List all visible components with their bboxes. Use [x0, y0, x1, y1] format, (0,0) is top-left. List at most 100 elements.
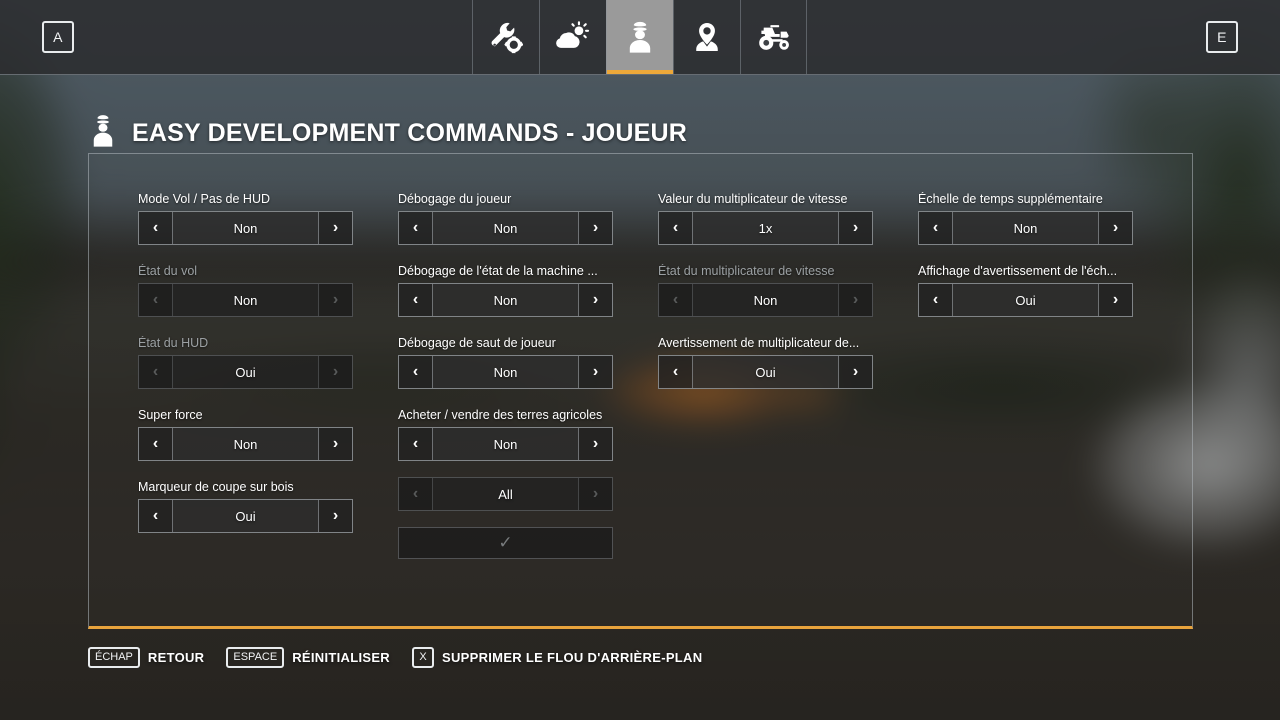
chevron-right-icon[interactable]: › [578, 212, 612, 244]
page-title: EASY DEVELOPMENT COMMANDS - JOUEUR [132, 119, 688, 147]
chevron-left-icon[interactable]: ‹ [659, 212, 693, 244]
confirm-button[interactable]: ✓ [398, 527, 613, 559]
setting-label: État du HUD [138, 336, 209, 350]
chevron-right-icon[interactable]: › [1098, 212, 1132, 244]
tab-general-settings[interactable] [472, 0, 539, 74]
option-value: Oui [953, 284, 1098, 316]
help-item-reset[interactable]: ESPACE RÉINITIALISER [226, 647, 390, 668]
chevron-right-icon[interactable]: › [838, 212, 872, 244]
chevron-right-icon[interactable]: › [1098, 284, 1132, 316]
chevron-left-icon[interactable]: ‹ [399, 428, 433, 460]
option-value: Oui [173, 356, 318, 388]
setting-label: Valeur du multiplicateur de vitesse [658, 192, 848, 206]
setting-label: État du vol [138, 264, 198, 278]
option-value: Non [433, 212, 578, 244]
setting-debogage-saut-joueur: Débogage de saut de joueur ‹ Non › [398, 336, 658, 389]
setting-etat-multiplicateur-vitesse: État du multiplicateur de vitesse ‹ Non … [658, 264, 918, 317]
option-value: 1x [693, 212, 838, 244]
tab-bar [472, 0, 807, 74]
chevron-left-icon[interactable]: ‹ [139, 428, 173, 460]
key-hint-e[interactable]: E [1206, 21, 1238, 53]
help-label: SUPPRIMER LE FLOU D'ARRIÈRE-PLAN [441, 650, 703, 665]
player-icon [88, 112, 118, 155]
setting-debogage-du-joueur: Débogage du joueur ‹ Non › [398, 192, 658, 245]
chevron-left-icon[interactable]: ‹ [399, 212, 433, 244]
option-selector[interactable]: ‹ 1x › [658, 211, 873, 245]
option-value: Non [693, 284, 838, 316]
chevron-right-icon[interactable]: › [318, 500, 352, 532]
chevron-right-icon[interactable]: › [318, 212, 352, 244]
option-selector[interactable]: ‹ Oui › [138, 499, 353, 533]
option-value: Non [173, 284, 318, 316]
setting-label: Avertissement de multiplicateur de... [658, 336, 860, 350]
setting-label: Mode Vol / Pas de HUD [138, 192, 271, 206]
tab-player[interactable] [606, 0, 673, 74]
setting-label: Affichage d'avertissement de l'éch... [918, 264, 1118, 278]
settings-column-4: Échelle de temps supplémentaire ‹ Non › … [918, 192, 1178, 559]
setting-marqueur-de-coupe-sur-bois: Marqueur de coupe sur bois ‹ Oui › [138, 480, 398, 533]
chevron-left-icon[interactable]: ‹ [139, 212, 173, 244]
option-selector[interactable]: ‹ Oui › [658, 355, 873, 389]
option-selector[interactable]: ‹ Non › [398, 427, 613, 461]
setting-super-force: Super force ‹ Non › [138, 408, 398, 461]
setting-affichage-avertissement-echelle: Affichage d'avertissement de l'éch... ‹ … [918, 264, 1178, 317]
chevron-right-icon[interactable]: › [578, 428, 612, 460]
setting-etat-du-hud: État du HUD ‹ Oui › [138, 336, 398, 389]
setting-terrain-selection: ‹ All › [398, 477, 658, 511]
option-selector: ‹ Oui › [138, 355, 353, 389]
settings-column-2: Débogage du joueur ‹ Non › Débogage de l… [398, 192, 658, 559]
option-value: All [433, 478, 578, 510]
chevron-right-icon[interactable]: › [578, 284, 612, 316]
setting-label: Super force [138, 408, 203, 422]
chevron-left-icon[interactable]: ‹ [399, 356, 433, 388]
page-header: EASY DEVELOPMENT COMMANDS - JOUEUR [88, 112, 687, 155]
setting-mode-vol-pas-de-hud: Mode Vol / Pas de HUD ‹ Non › [138, 192, 398, 245]
option-selector[interactable]: ‹ Non › [398, 211, 613, 245]
game-settings-screen: A E EASY DEVELOPMENT COMMANDS - JOUEUR M… [0, 0, 1280, 720]
key-hint-e-label: E [1217, 29, 1227, 45]
setting-debogage-etat-machine: Débogage de l'état de la machine ... ‹ N… [398, 264, 658, 317]
key-hint-a-label: A [53, 29, 63, 45]
chevron-left-icon[interactable]: ‹ [399, 284, 433, 316]
chevron-left-icon[interactable]: ‹ [919, 284, 953, 316]
tab-vehicles[interactable] [740, 0, 807, 74]
chevron-left-icon[interactable]: ‹ [139, 500, 173, 532]
option-selector: ‹ Non › [658, 283, 873, 317]
chevron-right-icon: › [838, 284, 872, 316]
chevron-right-icon[interactable]: › [318, 428, 352, 460]
chevron-right-icon[interactable]: › [838, 356, 872, 388]
player-icon [623, 20, 657, 54]
tab-map-marker[interactable] [673, 0, 740, 74]
settings-column-3: Valeur du multiplicateur de vitesse ‹ 1x… [658, 192, 918, 559]
help-key: X [411, 647, 434, 668]
setting-label: Acheter / vendre des terres agricoles [398, 408, 603, 422]
option-selector[interactable]: ‹ Non › [398, 283, 613, 317]
tractor-icon [756, 20, 792, 54]
setting-label: Échelle de temps supplémentaire [918, 192, 1103, 206]
option-selector[interactable]: ‹ Oui › [918, 283, 1133, 317]
option-selector[interactable]: ‹ Non › [918, 211, 1133, 245]
chevron-left-icon[interactable]: ‹ [919, 212, 953, 244]
chevron-left-icon: ‹ [399, 478, 433, 510]
settings-panel: Mode Vol / Pas de HUD ‹ Non › État du vo… [88, 153, 1193, 629]
option-selector: ‹ Non › [138, 283, 353, 317]
chevron-right-icon: › [318, 356, 352, 388]
gear-wrench-icon [489, 20, 523, 54]
option-selector[interactable]: ‹ Non › [138, 211, 353, 245]
option-value: Oui [693, 356, 838, 388]
help-item-remove-blur[interactable]: X SUPPRIMER LE FLOU D'ARRIÈRE-PLAN [411, 647, 703, 668]
chevron-left-icon[interactable]: ‹ [659, 356, 693, 388]
help-item-back[interactable]: ÉCHAP RETOUR [88, 647, 204, 668]
settings-column-1: Mode Vol / Pas de HUD ‹ Non › État du vo… [138, 192, 398, 559]
key-hint-a[interactable]: A [42, 21, 74, 53]
tab-weather[interactable] [539, 0, 606, 74]
setting-label: Débogage de l'état de la machine ... [398, 264, 598, 278]
settings-grid: Mode Vol / Pas de HUD ‹ Non › État du vo… [138, 192, 1178, 559]
chevron-left-icon: ‹ [139, 284, 173, 316]
chevron-right-icon[interactable]: › [578, 356, 612, 388]
help-key: ESPACE [226, 647, 285, 668]
option-selector[interactable]: ‹ Non › [398, 355, 613, 389]
option-value: Non [173, 212, 318, 244]
option-selector[interactable]: ‹ Non › [138, 427, 353, 461]
setting-valeur-multiplicateur-vitesse: Valeur du multiplicateur de vitesse ‹ 1x… [658, 192, 918, 245]
